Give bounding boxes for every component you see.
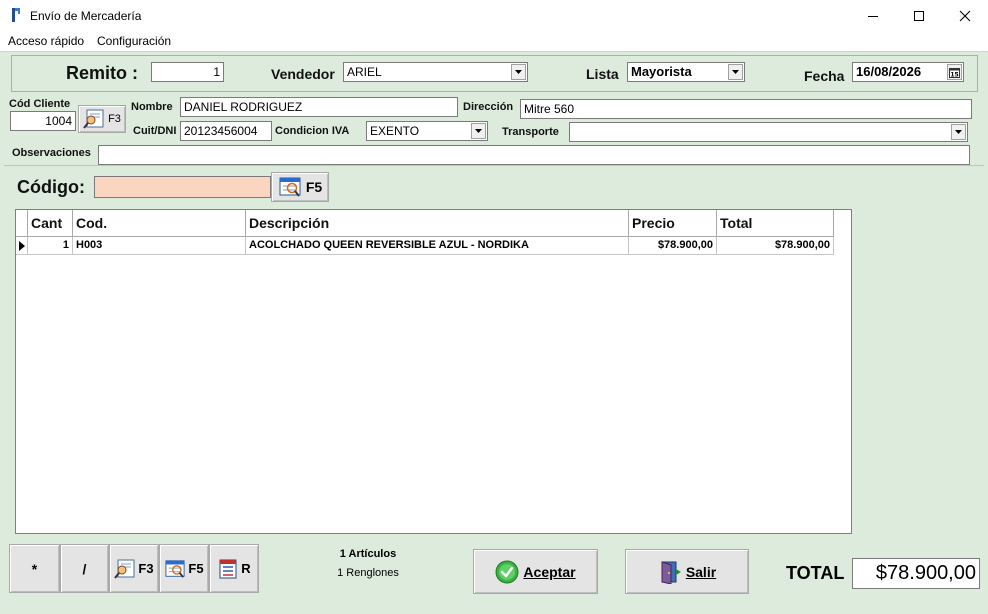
client-search-icon	[114, 559, 135, 579]
vendedor-dropdown-button[interactable]	[511, 64, 526, 80]
fecha-label: Fecha	[804, 68, 845, 84]
total-value: $78.900,00	[852, 558, 980, 589]
close-button[interactable]	[942, 0, 988, 31]
row-pointer-icon	[18, 240, 25, 251]
divide-button[interactable]: /	[60, 544, 109, 593]
accept-button[interactable]: Aceptar	[473, 549, 598, 594]
menu-configuracion[interactable]: Configuración	[97, 34, 171, 48]
row-pointer	[16, 237, 28, 255]
codigo-label: Código:	[17, 177, 85, 197]
condicion-iva-dropdown-button[interactable]	[471, 123, 486, 139]
client-search-icon	[83, 109, 104, 129]
accept-label: Aceptar	[523, 563, 576, 580]
grid-header-total[interactable]: Total	[717, 210, 834, 237]
report-icon	[219, 559, 237, 578]
cod-cliente-input[interactable]: 1004	[10, 111, 76, 131]
calendar-button[interactable]: 15	[947, 64, 962, 80]
grid-indicator-header	[16, 210, 28, 237]
cuit-input[interactable]: 20123456004	[180, 121, 272, 141]
condicion-iva-label: Condicion IVA	[275, 125, 350, 137]
app-icon	[12, 8, 20, 22]
lista-value: Mayorista	[631, 64, 692, 79]
fecha-value: 16/08/2026	[856, 64, 922, 79]
f3-button[interactable]: F3	[109, 544, 159, 593]
fecha-input[interactable]: 16/08/2026 15	[852, 62, 964, 82]
cuit-label: Cuit/DNI	[133, 125, 177, 137]
report-label: R	[241, 561, 251, 576]
transporte-label: Transporte	[502, 126, 559, 138]
grid-header-precio[interactable]: Precio	[629, 210, 717, 237]
product-search-button[interactable]: F5	[271, 172, 329, 202]
total-label: TOTAL	[786, 563, 845, 583]
f5-button[interactable]: F5	[159, 544, 209, 593]
grid-header-descripcion[interactable]: Descripción	[246, 210, 629, 237]
grid-header-cod[interactable]: Cod.	[73, 210, 246, 237]
f5-label: F5	[188, 561, 204, 576]
observaciones-label: Observaciones	[12, 147, 91, 159]
cell-descripcion[interactable]: ACOLCHADO QUEEN REVERSIBLE AZUL - NORDIK…	[246, 237, 629, 255]
nombre-input[interactable]: DANIEL RODRIGUEZ	[180, 97, 458, 117]
vendedor-select[interactable]: ARIEL	[343, 62, 528, 82]
product-search-key: F5	[305, 179, 323, 195]
minimize-icon	[868, 15, 878, 17]
svg-text:15: 15	[950, 71, 958, 78]
divide-label: /	[82, 560, 87, 577]
maximize-icon	[914, 10, 924, 21]
cell-precio[interactable]: $78.900,00	[629, 237, 717, 255]
cell-cod[interactable]: H003	[73, 237, 246, 255]
client-search-button[interactable]: F3	[78, 105, 126, 133]
multiply-label: *	[31, 560, 38, 577]
direccion-input[interactable]: Mitre 560	[520, 99, 972, 119]
cell-cant[interactable]: 1	[28, 237, 73, 255]
lista-dropdown-button[interactable]	[728, 64, 743, 80]
chevron-down-icon	[732, 70, 739, 74]
direccion-label: Dirección	[463, 101, 514, 113]
cell-total[interactable]: $78.900,00	[717, 237, 834, 255]
title-bar	[0, 0, 988, 31]
condicion-iva-select[interactable]: EXENTO	[366, 121, 488, 141]
chevron-down-icon	[515, 70, 522, 74]
lista-label: Lista	[586, 66, 619, 82]
vendedor-label: Vendedor	[271, 66, 335, 82]
multiply-button[interactable]: *	[9, 544, 60, 593]
chevron-down-icon	[475, 129, 482, 133]
lista-select[interactable]: Mayorista	[627, 62, 745, 82]
report-button[interactable]: R	[209, 544, 259, 593]
window-title: Envío de Mercadería	[30, 9, 142, 23]
client-search-key: F3	[108, 113, 121, 125]
f3-label: F3	[138, 561, 154, 576]
condicion-iva-value: EXENTO	[370, 124, 420, 138]
product-search-icon	[279, 177, 301, 197]
renglones-count: 1 Renglones	[337, 567, 399, 579]
separator	[4, 165, 984, 166]
close-icon	[959, 10, 971, 21]
codigo-input[interactable]	[94, 176, 271, 198]
menu-acceso-rapido[interactable]: Acceso rápido	[8, 34, 84, 48]
transporte-dropdown-button[interactable]	[951, 124, 966, 140]
remito-input[interactable]: 1	[151, 62, 224, 82]
nombre-label: Nombre	[131, 101, 173, 113]
exit-label: Salir	[685, 563, 717, 580]
exit-button[interactable]: Salir	[625, 549, 749, 594]
observaciones-input[interactable]	[98, 145, 970, 165]
remito-label: Remito :	[66, 63, 138, 83]
product-search-icon	[165, 559, 185, 578]
check-icon	[495, 560, 519, 583]
maximize-button[interactable]	[896, 0, 942, 31]
items-grid[interactable]: Cant Cod. Descripción Precio Total 1 H00…	[15, 209, 852, 534]
articulos-count: 1 Artículos	[339, 548, 397, 560]
chevron-down-icon	[955, 130, 962, 134]
door-exit-icon	[661, 560, 681, 584]
vendedor-value: ARIEL	[347, 65, 382, 79]
cod-cliente-label: Cód Cliente	[9, 98, 71, 110]
minimize-button[interactable]	[850, 0, 896, 31]
transporte-select[interactable]	[569, 122, 968, 142]
grid-header-cant[interactable]: Cant	[28, 210, 73, 237]
calendar-icon: 15	[949, 67, 960, 78]
